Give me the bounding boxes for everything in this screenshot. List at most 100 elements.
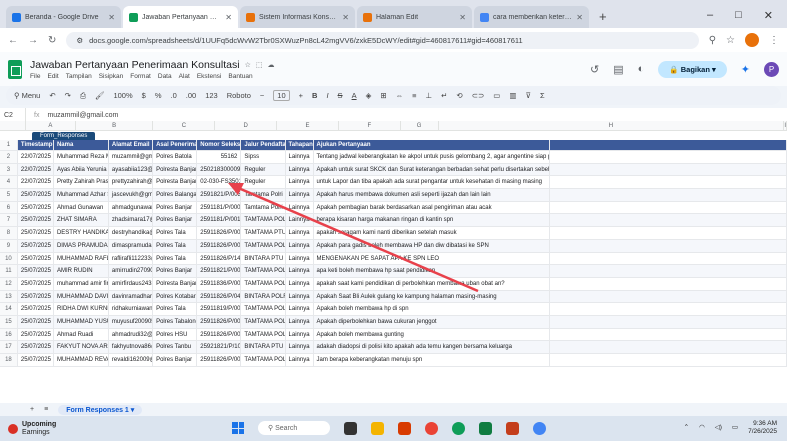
row-number[interactable]: 9	[0, 239, 18, 252]
table-cell[interactable]: DESTRY HANDIKA BIMA	[54, 227, 109, 239]
table-cell[interactable]: TAMTAMA POLRI	[241, 277, 286, 290]
undo-icon[interactable]: ↶	[49, 91, 55, 100]
table-cell[interactable]: Lainnya	[286, 201, 314, 214]
row-number[interactable]: 8	[0, 227, 18, 239]
table-cell[interactable]: Lainnya	[286, 277, 314, 290]
table-cell[interactable]: Polres Tala	[153, 227, 198, 239]
table-cell[interactable]: Polres Batola	[153, 151, 198, 163]
table-cell[interactable]: Apakah boleh membawa hp di spn	[314, 303, 551, 315]
row-number[interactable]: 18	[0, 354, 18, 366]
table-cell[interactable]: 22/07/2025 11:29:49	[17, 163, 54, 176]
table-cell[interactable]: Polresta Banjarmasin	[153, 176, 198, 189]
table-cell[interactable]: 25/07/2025 10:43:13	[18, 328, 54, 341]
table-cell[interactable]: raflirafli112233@gmail.com	[109, 252, 154, 265]
site-info-icon[interactable]: ⚙	[76, 36, 83, 45]
redo-icon[interactable]: ↷	[65, 91, 71, 100]
browser-tab[interactable]: Halaman Edit ✕	[357, 6, 472, 28]
close-window-icon[interactable]: ✕	[764, 9, 773, 22]
table-cell[interactable]: TAMTAMA PTU	[241, 227, 286, 239]
table-cell[interactable]: DIMAS PRAMUDANI	[53, 239, 109, 252]
menu-item[interactable]: Edit	[47, 73, 58, 80]
table-cell[interactable]: BINTARA PTU	[241, 341, 286, 353]
move-folder-icon[interactable]: ⬚	[256, 61, 263, 69]
table-cell[interactable]: apakah saat kami pendidikan di perbolehk…	[314, 277, 551, 290]
link-icon[interactable]: ⊂⊃	[472, 91, 485, 100]
table-cell[interactable]: 25911819/P/0034	[197, 303, 242, 315]
table-cell[interactable]: 25/07/2025 10:42:34	[17, 290, 54, 303]
browser-tab[interactable]: Beranda - Google Drive ✕	[6, 6, 121, 28]
widgets-icon[interactable]	[344, 421, 357, 435]
table-cell[interactable]: ayasabiia123@gmail.com	[108, 163, 154, 176]
table-cell[interactable]: apakah seragam kami nanti diberikan sete…	[314, 227, 551, 239]
table-cell[interactable]: Pretty Zahirah Prasetyo	[54, 176, 109, 189]
meet-icon[interactable]: ◐	[638, 63, 645, 75]
table-cell[interactable]	[550, 290, 787, 303]
table-cell[interactable]: Lainnya	[286, 176, 314, 189]
table-cell[interactable]: muyusuf2009056@gmail.com	[108, 315, 154, 328]
currency-icon[interactable]: $	[142, 91, 146, 100]
tab-close-icon[interactable]: ✕	[108, 13, 115, 22]
table-cell[interactable]: Lainnya	[285, 189, 314, 201]
menu-item[interactable]: Ekstensi	[197, 73, 222, 80]
column-header[interactable]: D	[215, 121, 278, 130]
table-cell[interactable]: Polresta Banjarmasin	[153, 277, 198, 290]
table-cell[interactable]: 25921821/P/1013	[197, 341, 242, 353]
column-header[interactable]: H	[439, 121, 785, 130]
table-cell[interactable]: Polres Balangan	[153, 189, 198, 201]
table-cell[interactable]: Polres Kotabaru	[153, 290, 198, 303]
table-header-cell[interactable]: Jalur Pendaftaran	[241, 140, 286, 150]
row-number[interactable]: 14	[0, 303, 18, 315]
tab-close-icon[interactable]: ✕	[459, 13, 466, 22]
table-cell[interactable]: BINTARA POLRI PTU	[241, 290, 286, 303]
table-cell[interactable]: TAMTAMA POLRI	[241, 354, 286, 366]
table-cell[interactable]	[550, 189, 787, 201]
table-cell[interactable]: Ahmad Gunawan	[54, 201, 109, 214]
reload-icon[interactable]: ↻	[48, 35, 56, 46]
table-cell[interactable]: Muhammad Azhar Shofwan	[53, 189, 109, 201]
table-header-cell[interactable]: Ajukan Pertanyaan	[314, 140, 551, 150]
avatar[interactable]: P	[764, 61, 779, 77]
table-cell[interactable]: Polres Tala	[153, 252, 198, 265]
table-cell[interactable]: MUHAMMAD REVALDI	[54, 354, 109, 366]
chrome-icon[interactable]	[425, 421, 438, 435]
table-cell[interactable]: 25/07/2025 10:42:37	[18, 277, 54, 290]
table-header-cell[interactable]: Alamat Email	[109, 140, 154, 150]
table-cell[interactable]	[550, 265, 787, 277]
clock-date[interactable]: 7/26/2025	[748, 428, 777, 436]
table-cell[interactable]: Polres HSU	[153, 328, 198, 341]
gemini-icon[interactable]: ✦	[741, 63, 750, 76]
table-cell[interactable]: MUHAMMAD DAVINRA	[53, 290, 109, 303]
column-header[interactable]: B	[76, 121, 154, 130]
table-cell[interactable]: Apakah boleh membawa gunting	[314, 328, 551, 341]
table-cell[interactable]: 25/07/2025 10:41:30	[17, 189, 54, 201]
percent-icon[interactable]: %	[155, 91, 162, 100]
font-size-input[interactable]: 10	[273, 90, 290, 101]
decimal-increase-icon[interactable]: .00	[186, 91, 196, 100]
font-select[interactable]: Roboto	[227, 91, 251, 100]
row-number[interactable]: 10	[0, 252, 18, 265]
table-cell[interactable]: Tentang jadwal keberangkatan ke akpol un…	[314, 151, 551, 163]
bookmark-star-icon[interactable]: ☆	[726, 35, 735, 46]
spreadsheet-grid[interactable]: ABCDEFGHI Form_Responses 1 Timestamp Nama A…	[0, 121, 787, 403]
table-cell[interactable]	[550, 201, 787, 214]
row-number[interactable]: 16	[0, 328, 18, 341]
menu-item[interactable]: Data	[158, 73, 172, 80]
table-cell[interactable]: Reguler	[241, 176, 286, 189]
table-cell[interactable]: TAMTAMA POLRI	[241, 265, 286, 277]
table-cell[interactable]: adakah diadopsi di polisi kito apakah ad…	[313, 341, 551, 353]
table-cell[interactable]: Lainnya	[286, 227, 314, 239]
table-cell[interactable]: Lainnya	[285, 163, 314, 176]
table-cell[interactable]: Apakah harus membawa dokumen asli sepert…	[313, 189, 551, 201]
print-icon[interactable]: ⎙	[80, 91, 86, 101]
edge-icon[interactable]	[452, 421, 465, 435]
table-cell[interactable]: Polres Banjar	[153, 265, 198, 277]
row-number[interactable]: 17	[0, 341, 18, 353]
office-icon[interactable]	[398, 421, 411, 435]
bold-icon[interactable]: B	[312, 91, 317, 100]
row-number[interactable]: 15	[0, 315, 18, 328]
minimize-icon[interactable]: –	[707, 9, 713, 22]
table-cell[interactable]: prettyzahirah@gmail.com	[109, 176, 154, 189]
menu-item[interactable]: Alat	[179, 73, 190, 80]
table-cell[interactable]: ahmadrudi32@gmail.com	[109, 328, 154, 341]
table-cell[interactable]: Lainnya	[286, 151, 314, 163]
